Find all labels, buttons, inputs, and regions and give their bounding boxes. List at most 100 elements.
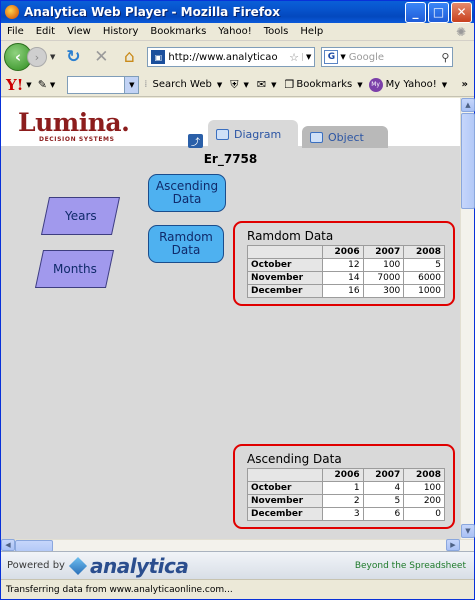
- table-row: October 12 100 5: [247, 258, 445, 272]
- row-header: October: [247, 258, 323, 272]
- browser-window: Analytica Web Player - Mozilla Firefox _…: [0, 0, 475, 600]
- title-bar[interactable]: Analytica Web Player - Mozilla Firefox _…: [1, 1, 474, 23]
- close-button[interactable]: ✕: [451, 1, 472, 23]
- bookmark-star-icon[interactable]: ☆: [289, 51, 299, 64]
- search-input[interactable]: Google: [349, 52, 442, 63]
- table-cell: 12: [321, 258, 364, 272]
- table-header-row: 2006 2007 2008: [247, 245, 445, 259]
- menu-edit[interactable]: Edit: [30, 26, 61, 37]
- analytica-footer: Powered by analytica Beyond the Spreadsh…: [1, 551, 474, 579]
- column-header: 2008: [403, 245, 445, 259]
- ascending-data-table-title: Ascending Data: [247, 452, 342, 466]
- toolbar-overflow-button[interactable]: »: [462, 79, 468, 90]
- bookmarks-icon: ❐: [284, 78, 295, 91]
- site-favicon-icon: ▣: [151, 50, 166, 64]
- home-icon[interactable]: ⌂: [118, 46, 140, 68]
- pencil-dropdown-icon[interactable]: ▼: [50, 81, 55, 89]
- minimize-button[interactable]: _: [405, 1, 426, 23]
- row-header: December: [247, 507, 323, 521]
- my-yahoo-dropdown-icon[interactable]: ▼: [442, 81, 447, 89]
- table-row: December 16 300 1000: [247, 284, 445, 298]
- table-cell: 4: [362, 481, 405, 495]
- powered-by-label: Powered by: [7, 560, 65, 571]
- window-title: Analytica Web Player - Mozilla Firefox: [24, 5, 281, 19]
- scroll-left-icon[interactable]: ◀: [1, 539, 15, 551]
- menu-file[interactable]: File: [1, 26, 30, 37]
- analytica-cube-icon: [68, 556, 88, 575]
- up-level-icon[interactable]: ⤴: [188, 134, 203, 148]
- table-cell: 5: [362, 494, 405, 508]
- search-box[interactable]: G ▼ Google ⚲: [321, 47, 454, 67]
- pencil-icon[interactable]: ✎: [38, 78, 47, 91]
- tab-object[interactable]: Object: [302, 126, 388, 148]
- column-header: 2007: [362, 468, 405, 482]
- scroll-down-icon[interactable]: ▼: [461, 524, 475, 538]
- column-header: 2007: [362, 245, 405, 259]
- table-cell: 300: [362, 284, 405, 298]
- vertical-scrollbar[interactable]: ▲ ▼: [460, 98, 475, 539]
- yahoo-dropdown-icon[interactable]: ▼: [26, 81, 31, 89]
- status-text: Transferring data from www.analyticaonli…: [6, 584, 233, 595]
- scroll-right-icon[interactable]: ▶: [446, 539, 460, 551]
- months-index-node[interactable]: Months: [34, 250, 115, 288]
- ascending-data-table: 2006 2007 2008 October 1 4 100 November …: [247, 468, 445, 521]
- ramdom-data-result-box: Ramdom Data 2006 2007 2008 October 12 10…: [233, 221, 455, 306]
- years-index-node[interactable]: Years: [40, 197, 121, 235]
- url-dropdown-icon[interactable]: ▼: [302, 53, 314, 61]
- vertical-scroll-thumb[interactable]: [461, 113, 475, 209]
- table-cell: 1: [321, 481, 364, 495]
- table-header-row: 2006 2007 2008: [247, 468, 445, 482]
- menu-yahoo[interactable]: Yahoo!: [212, 26, 257, 37]
- menu-view[interactable]: View: [61, 26, 97, 37]
- google-icon[interactable]: G: [324, 50, 339, 64]
- ascending-data-node[interactable]: Ascending Data: [148, 174, 226, 212]
- history-dropdown-icon[interactable]: ▼: [50, 53, 55, 61]
- shield-dropdown-icon[interactable]: ▼: [243, 81, 248, 89]
- tab-diagram-label: Diagram: [234, 127, 282, 141]
- yahoo-search-dropdown-icon[interactable]: ▼: [125, 75, 140, 94]
- table-row: October 1 4 100: [247, 481, 445, 495]
- my-yahoo-button[interactable]: My Yahoo!: [386, 79, 437, 90]
- table-row: December 3 6 0: [247, 507, 445, 521]
- menu-help[interactable]: Help: [294, 26, 329, 37]
- url-bar[interactable]: ▣ http://www.analyticao ☆ ▼: [147, 47, 316, 67]
- analytica-logo[interactable]: analytica: [90, 554, 189, 578]
- table-cell: 100: [362, 258, 405, 272]
- forward-button[interactable]: ›: [27, 47, 47, 67]
- yahoo-search-input[interactable]: [67, 75, 126, 94]
- search-web-dropdown-icon[interactable]: ▼: [217, 81, 222, 89]
- stop-icon[interactable]: ✕: [90, 46, 112, 68]
- table-cell: 100: [403, 481, 445, 495]
- reload-icon[interactable]: ↻: [62, 46, 84, 68]
- mail-dropdown-icon[interactable]: ▼: [271, 81, 276, 89]
- throbber-icon: ✺: [455, 24, 466, 39]
- search-engine-dropdown-icon[interactable]: ▼: [340, 53, 345, 61]
- table-row: November 2 5 200: [247, 494, 445, 508]
- table-corner-cell: [247, 245, 323, 259]
- scroll-up-icon[interactable]: ▲: [461, 98, 475, 112]
- yahoo-logo[interactable]: Y!: [6, 76, 23, 94]
- table-cell: 2: [321, 494, 364, 508]
- bookmarks-dropdown-icon[interactable]: ▼: [357, 81, 362, 89]
- firefox-icon: [5, 5, 19, 19]
- ramdom-data-node[interactable]: Ramdom Data: [148, 225, 224, 263]
- bookmarks-button[interactable]: Bookmarks: [296, 79, 352, 90]
- shield-icon[interactable]: ⛨: [230, 78, 238, 92]
- search-web-button[interactable]: Search Web: [152, 79, 211, 90]
- mail-icon[interactable]: ✉: [257, 78, 266, 91]
- lumina-logo: Lumina.: [18, 108, 130, 137]
- menu-tools[interactable]: Tools: [258, 26, 295, 37]
- menu-bookmarks[interactable]: Bookmarks: [144, 26, 212, 37]
- menu-history[interactable]: History: [97, 26, 145, 37]
- table-cell: 7000: [362, 271, 405, 285]
- lumina-logo-subtitle: DECISION SYSTEMS: [39, 136, 115, 143]
- table-cell: 0: [403, 507, 445, 521]
- tab-diagram[interactable]: Diagram: [208, 120, 298, 148]
- menu-bar: File Edit View History Bookmarks Yahoo! …: [1, 23, 474, 41]
- search-icon[interactable]: ⚲: [441, 51, 449, 64]
- table-cell: 6000: [403, 271, 445, 285]
- horizontal-scrollbar[interactable]: ◀ ▶: [1, 539, 474, 552]
- url-input[interactable]: http://www.analyticao: [168, 52, 289, 63]
- object-icon: [310, 131, 323, 143]
- maximize-button[interactable]: □: [428, 1, 449, 23]
